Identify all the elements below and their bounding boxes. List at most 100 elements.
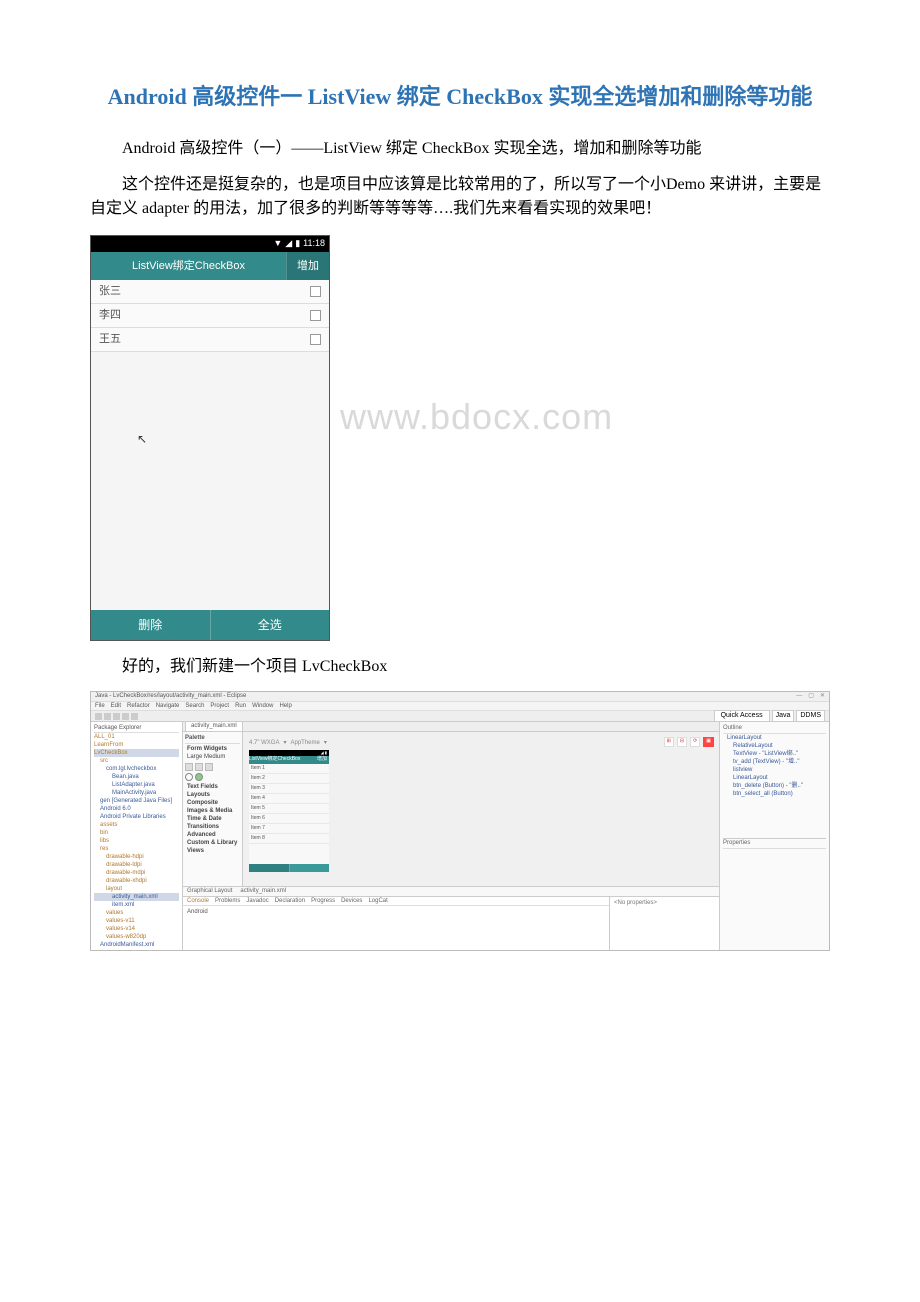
- editor-bottom-tabs[interactable]: Graphical Layout activity_main.xml: [183, 886, 719, 896]
- package-explorer[interactable]: Package Explorer ALL_01LearnFromLvCheckB…: [91, 722, 183, 950]
- palette-item[interactable]: Time & Date: [185, 815, 240, 823]
- tab-javadoc[interactable]: Javadoc: [246, 897, 268, 906]
- editor-tab[interactable]: activity_main.xml: [185, 721, 243, 731]
- tree-item[interactable]: LearnFrom: [94, 741, 179, 749]
- outline-item[interactable]: LinearLayout: [723, 734, 826, 742]
- radio-icon[interactable]: [195, 773, 203, 781]
- menu-item[interactable]: Search: [185, 702, 204, 711]
- tree-item[interactable]: Bean.java: [94, 773, 179, 781]
- tree-item[interactable]: values-v11: [94, 917, 179, 925]
- tree-item[interactable]: LvCheckBox: [94, 749, 179, 757]
- palette-item[interactable]: Layouts: [185, 791, 240, 799]
- outline-item[interactable]: RelativeLayout: [723, 742, 826, 750]
- tree-item[interactable]: com.lgl.lvcheckbox: [94, 765, 179, 773]
- device-selector[interactable]: 4.7" WXGA: [249, 739, 279, 748]
- outline-item[interactable]: tv_add (TextView) - "增..": [723, 758, 826, 766]
- palette-item[interactable]: Custom & Library Views: [185, 839, 240, 855]
- zoom-icon[interactable]: ⊞: [664, 737, 674, 747]
- close-icon[interactable]: ✕: [820, 692, 825, 701]
- list-item[interactable]: 李四: [91, 304, 329, 328]
- tree-item[interactable]: item.xml: [94, 901, 179, 909]
- toolbar-icon[interactable]: [113, 713, 120, 720]
- checkbox-icon[interactable]: [310, 286, 321, 297]
- select-all-button[interactable]: 全选: [210, 610, 330, 640]
- menu-item[interactable]: Window: [252, 702, 273, 711]
- checkbox-icon[interactable]: [310, 310, 321, 321]
- theme-selector[interactable]: AppTheme: [291, 739, 320, 748]
- tree-item[interactable]: Android 6.0: [94, 805, 179, 813]
- menu-item[interactable]: Help: [279, 702, 291, 711]
- zoom-icon[interactable]: ⊟: [677, 737, 687, 747]
- outline-item[interactable]: LinearLayout: [723, 774, 826, 782]
- tab-xml[interactable]: activity_main.xml: [240, 887, 286, 896]
- menu-item[interactable]: Project: [210, 702, 229, 711]
- menu-item[interactable]: File: [95, 702, 105, 711]
- palette-item[interactable]: Form Widgets: [185, 745, 240, 753]
- device-preview[interactable]: ◢ ▮ ListView绑定CheckBox 增加 Item 1Item 2It…: [249, 750, 329, 872]
- outline-item[interactable]: listview: [723, 766, 826, 774]
- tab-progress[interactable]: Progress: [311, 897, 335, 906]
- menu-item[interactable]: Edit: [111, 702, 121, 711]
- palette-item[interactable]: Composite: [185, 799, 240, 807]
- palette-item[interactable]: Large Medium: [185, 753, 240, 761]
- delete-button[interactable]: 删除: [91, 610, 210, 640]
- editor-tabs[interactable]: activity_main.xml: [183, 722, 719, 732]
- min-icon[interactable]: —: [796, 692, 802, 701]
- tree-item[interactable]: libs: [94, 837, 179, 845]
- palette-item[interactable]: Text Fields: [185, 783, 240, 791]
- tab-graphical-layout[interactable]: Graphical Layout: [187, 887, 232, 896]
- tree-item[interactable]: ListAdapter.java: [94, 781, 179, 789]
- outline-panel[interactable]: Outline LinearLayoutRelativeLayoutTextVi…: [719, 722, 829, 950]
- list-item[interactable]: 张三: [91, 280, 329, 304]
- tree-item[interactable]: MainActivity.java: [94, 789, 179, 797]
- tree-item[interactable]: gen [Generated Java Files]: [94, 797, 179, 805]
- tree-item[interactable]: activity_main.xml: [94, 893, 179, 901]
- tree-item[interactable]: src: [94, 757, 179, 765]
- quick-access[interactable]: Quick Access: [714, 710, 770, 723]
- window-controls[interactable]: — ▢ ✕: [796, 692, 825, 701]
- tree-item[interactable]: Android Private Libraries: [94, 813, 179, 821]
- canvas-zoom-controls[interactable]: ⊞⊟⟳▣: [664, 737, 714, 747]
- menu-item[interactable]: Run: [235, 702, 246, 711]
- tab-console[interactable]: Console: [187, 897, 209, 906]
- toolbar-icon[interactable]: [131, 713, 138, 720]
- add-button[interactable]: 增加: [286, 252, 329, 280]
- menu-item[interactable]: Navigate: [156, 702, 180, 711]
- menu-item[interactable]: Refactor: [127, 702, 150, 711]
- tree-item[interactable]: AndroidManifest.xml: [94, 941, 179, 949]
- tab-declaration[interactable]: Declaration: [275, 897, 305, 906]
- palette-item[interactable]: Advanced: [185, 831, 240, 839]
- radio-icon[interactable]: [185, 773, 193, 781]
- tab-logcat[interactable]: LogCat: [368, 897, 387, 906]
- palette-item[interactable]: Images & Media: [185, 807, 240, 815]
- tab-problems[interactable]: Problems: [215, 897, 240, 906]
- outline-item[interactable]: btn_select_all (Button): [723, 790, 826, 798]
- tree-item[interactable]: assets: [94, 821, 179, 829]
- tree-item[interactable]: values-w820dp: [94, 933, 179, 941]
- outline-item[interactable]: TextView - "ListView绑..": [723, 750, 826, 758]
- tree-item[interactable]: drawable-ldpi: [94, 861, 179, 869]
- perspective-ddms[interactable]: DDMS: [796, 710, 825, 723]
- palette-item[interactable]: Transitions: [185, 823, 240, 831]
- toolbar-icon[interactable]: [95, 713, 102, 720]
- tree-item[interactable]: drawable-hdpi: [94, 853, 179, 861]
- zoom-icon[interactable]: ▣: [703, 737, 714, 747]
- toolbar-icon[interactable]: [122, 713, 129, 720]
- palette-panel[interactable]: Palette Form WidgetsLarge MediumText Fie…: [183, 732, 243, 886]
- palette-widget-icon[interactable]: [205, 763, 213, 771]
- zoom-icon[interactable]: ⟳: [690, 737, 700, 747]
- tree-item[interactable]: res: [94, 845, 179, 853]
- tree-item[interactable]: bin: [94, 829, 179, 837]
- tree-item[interactable]: values-v14: [94, 925, 179, 933]
- outline-item[interactable]: btn_delete (Button) - "删..": [723, 782, 826, 790]
- toolbar-icon[interactable]: [104, 713, 111, 720]
- checkbox-icon[interactable]: [310, 334, 321, 345]
- max-icon[interactable]: ▢: [808, 692, 814, 701]
- tree-item[interactable]: drawable-mdpi: [94, 869, 179, 877]
- tree-item[interactable]: ic_launcher-web.png: [94, 949, 179, 950]
- list-item[interactable]: 王五: [91, 328, 329, 352]
- perspective-java[interactable]: Java: [772, 710, 795, 723]
- tab-devices[interactable]: Devices: [341, 897, 362, 906]
- layout-canvas[interactable]: 4.7" WXGA ▾ AppTheme ▾ ⊞⊟⟳▣ ◢ ▮ ListView…: [243, 732, 719, 886]
- console-tabs[interactable]: Console Problems Javadoc Declaration Pro…: [183, 897, 609, 906]
